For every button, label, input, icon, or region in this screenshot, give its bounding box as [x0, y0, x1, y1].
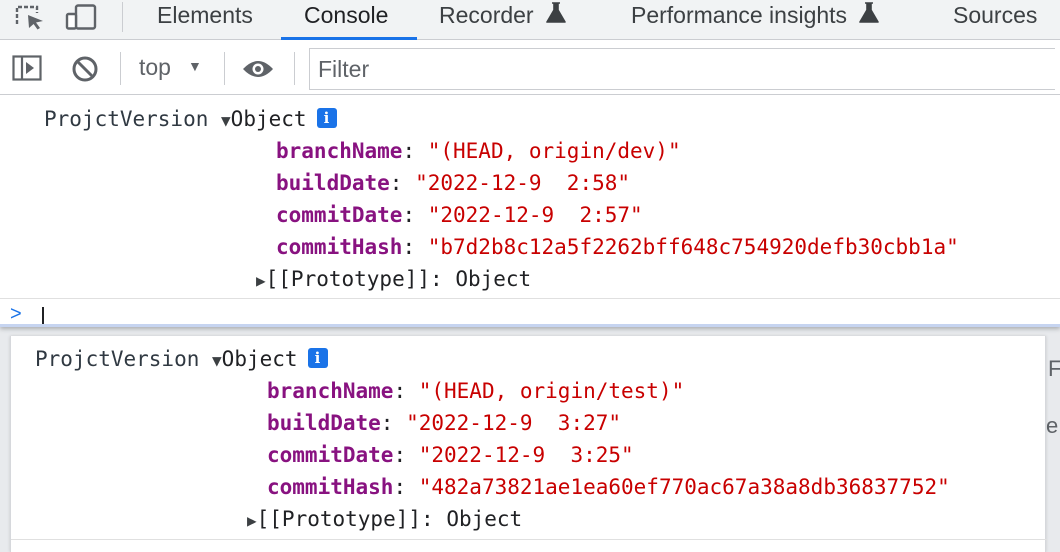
log-label: ProjctVersion	[44, 107, 209, 131]
property-key: commitDate	[267, 443, 394, 467]
background-text-fragment: e	[1046, 413, 1059, 438]
tab-recorder[interactable]: Recorder	[439, 0, 566, 40]
property-value: "2022-12-9 2:57"	[427, 203, 643, 227]
log-label: ProjctVersion	[35, 347, 200, 371]
tab-elements[interactable]: Elements	[157, 0, 253, 40]
property-key: branchName	[276, 139, 403, 163]
expand-triangle-icon[interactable]: ▶	[247, 506, 257, 536]
property-value: "(HEAD, origin/test)"	[418, 379, 685, 403]
property-key: buildDate	[267, 411, 381, 435]
chevron-down-icon[interactable]: ▼	[188, 58, 202, 74]
property-value: "(HEAD, origin/dev)"	[427, 139, 681, 163]
toolbar-separator	[294, 52, 295, 85]
sidebar-toggle-icon[interactable]	[12, 55, 42, 81]
tab-performance-insights[interactable]: Performance insights	[631, 0, 880, 40]
property-value: "2022-12-9 3:27"	[406, 411, 622, 435]
property-key: branchName	[267, 379, 394, 403]
active-tab-indicator	[281, 37, 417, 40]
object-summary[interactable]: Object	[231, 107, 307, 131]
filter-input[interactable]	[309, 48, 1055, 90]
console-prompt[interactable]: >	[0, 298, 1060, 325]
devtools-tabbar: Elements Console Recorder Performance in…	[0, 0, 1060, 40]
object-property[interactable]: commitDate: "2022-12-9 2:57"	[276, 200, 643, 230]
background-text-fragment: F	[1048, 356, 1060, 381]
toolbar-separator	[224, 52, 225, 85]
context-selector[interactable]: top	[139, 54, 171, 81]
object-summary[interactable]: Object	[222, 347, 298, 371]
property-key: commitHash	[267, 475, 394, 499]
info-badge[interactable]: i	[307, 348, 328, 368]
object-property[interactable]: commitDate: "2022-12-9 3:25"	[267, 440, 634, 470]
expand-triangle-icon[interactable]: ▶	[256, 266, 266, 296]
expand-triangle-icon[interactable]: ▼	[221, 106, 231, 136]
tab-console[interactable]: Console	[304, 0, 388, 40]
prompt-chevron-icon: >	[10, 303, 22, 325]
flask-icon	[859, 2, 880, 23]
console-log-entry[interactable]: ProjctVersion ▼Object i	[35, 344, 328, 374]
property-key: buildDate	[276, 171, 390, 195]
clear-console-icon[interactable]	[71, 55, 99, 83]
property-value: "482a73821ae1ea60ef770ac67a38a8db3683775…	[418, 475, 950, 499]
object-property[interactable]: commitHash: "482a73821ae1ea60ef770ac67a3…	[267, 472, 950, 502]
object-property[interactable]: buildDate: "2022-12-9 3:27"	[267, 408, 621, 438]
tab-recorder-label: Recorder	[439, 2, 534, 28]
object-property[interactable]: branchName: "(HEAD, origin/test)"	[267, 376, 684, 406]
object-property[interactable]: buildDate: "2022-12-9 2:58"	[276, 168, 630, 198]
tab-sources[interactable]: Sources	[953, 0, 1037, 40]
prototype-row[interactable]: ▶[[Prototype]]: Object	[256, 264, 531, 294]
object-property[interactable]: branchName: "(HEAD, origin/dev)"	[276, 136, 681, 166]
devtools-window-top: Elements Console Recorder Performance in…	[0, 0, 1060, 327]
prototype-row[interactable]: ▶[[Prototype]]: Object	[247, 504, 522, 534]
property-value: "2022-12-9 3:25"	[418, 443, 634, 467]
info-badge[interactable]: i	[316, 108, 337, 128]
property-key: commitDate	[276, 203, 403, 227]
property-value: "b7d2b8c12a5f2262bff648c754920defb30cbb1…	[427, 235, 959, 259]
console-log-entry[interactable]: ProjctVersion ▼Object i	[44, 104, 337, 134]
object-property[interactable]: commitHash: "b7d2b8c12a5f2262bff648c7549…	[276, 232, 959, 262]
prototype-key: [[Prototype]]	[256, 507, 422, 531]
expand-triangle-icon[interactable]: ▼	[212, 346, 222, 376]
tab-performance-insights-label: Performance insights	[631, 2, 848, 28]
property-key: commitHash	[276, 235, 403, 259]
console-toolbar: top ▼	[0, 41, 1060, 95]
property-value: "2022-12-9 2:58"	[415, 171, 631, 195]
inspect-element-icon[interactable]	[14, 4, 46, 30]
tabbar-separator	[122, 2, 123, 32]
prototype-value: Object	[446, 507, 523, 531]
prototype-key: [[Prototype]]	[265, 267, 431, 291]
toolbar-separator	[120, 52, 121, 85]
prototype-value: Object	[455, 267, 532, 291]
console-panel-bottom: ProjctVersion ▼Object i branchName: "(HEA…	[10, 336, 1047, 552]
live-expression-eye-icon[interactable]	[242, 58, 274, 80]
divider	[11, 539, 1047, 540]
flask-icon	[546, 2, 566, 23]
device-toolbar-icon[interactable]	[64, 4, 98, 30]
text-caret	[42, 307, 44, 324]
